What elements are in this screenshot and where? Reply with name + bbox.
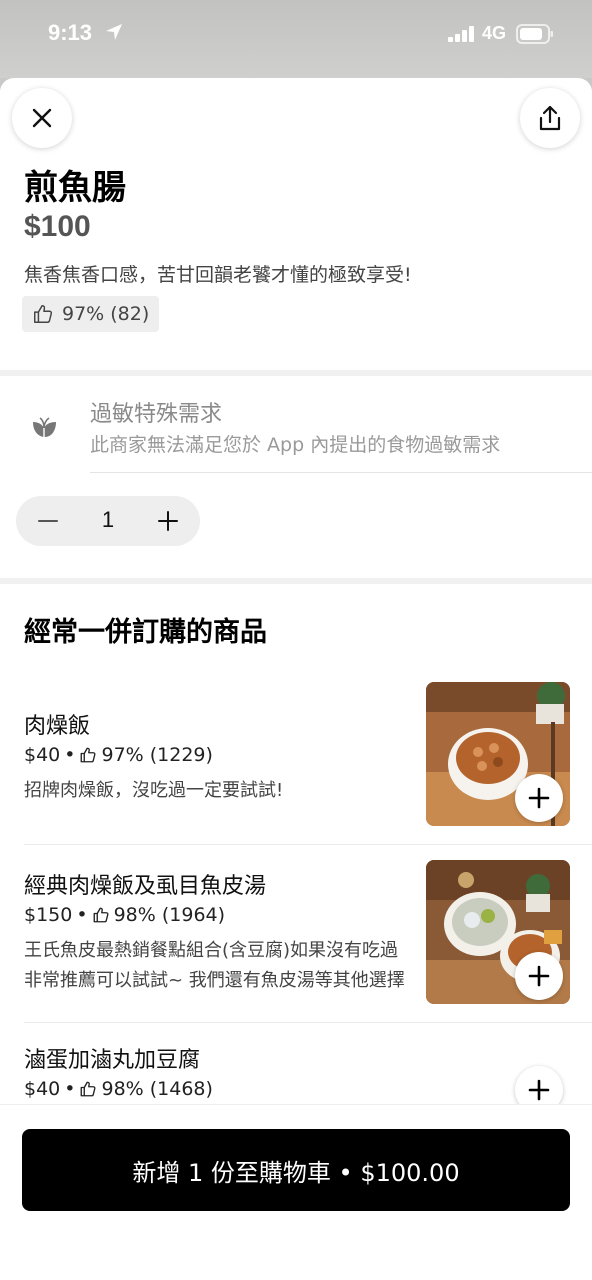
separator-dot: • bbox=[76, 904, 88, 926]
add-button[interactable] bbox=[515, 952, 563, 1000]
product-name: 經典肉燥飯及虱目魚皮湯 bbox=[24, 874, 267, 899]
status-bar: 9:13 4G bbox=[0, 0, 592, 78]
divider bbox=[24, 1022, 592, 1023]
product-rating: 98% (1468) bbox=[101, 1078, 213, 1100]
divider bbox=[90, 472, 592, 473]
item-title: 煎魚腸 bbox=[24, 168, 126, 208]
thumbs-up-icon bbox=[93, 907, 109, 923]
product-rating: 97% (1229) bbox=[101, 744, 213, 766]
bottom-bar: 新增 1 份至購物車 • $100.00 bbox=[0, 1104, 592, 1280]
product-name: 肉燥飯 bbox=[24, 714, 91, 739]
item-price: $100 bbox=[24, 210, 91, 243]
share-icon bbox=[539, 105, 561, 131]
close-button[interactable] bbox=[12, 88, 72, 148]
divider bbox=[24, 844, 592, 845]
product-meta: $40 • 97% (1229) bbox=[24, 744, 213, 766]
plus-icon bbox=[528, 1079, 550, 1101]
thumbs-up-icon bbox=[81, 1081, 96, 1097]
product-description: 招牌肉燥飯，沒吃過一定要試試! bbox=[24, 780, 284, 801]
product-meta: $150 • 98% (1964) bbox=[24, 904, 225, 926]
plus-icon[interactable] bbox=[156, 509, 180, 533]
list-item[interactable]: 肉燥飯 $40 • 97% (1229) 招牌肉燥飯，沒吃過一定要試試! bbox=[0, 682, 592, 844]
plus-icon bbox=[528, 965, 550, 987]
quantity-stepper: 1 bbox=[16, 496, 200, 546]
thumbs-up-icon bbox=[34, 305, 53, 323]
status-time: 9:13 bbox=[48, 20, 93, 45]
network-label: 4G bbox=[482, 23, 507, 43]
section-divider bbox=[0, 370, 592, 376]
item-description: 焦香焦香口感，苦甘回韻老饕才懂的極致享受! bbox=[24, 264, 412, 286]
separator-dot: • bbox=[64, 744, 76, 766]
signal-icon bbox=[448, 26, 474, 42]
location-arrow-icon bbox=[106, 24, 122, 40]
product-description: 王氏魚皮最熱銷餐點組合(含豆腐)如果沒有吃過非常推薦可以試試~ 我們還有魚皮湯等… bbox=[24, 940, 405, 991]
product-price: $40 bbox=[24, 744, 61, 766]
separator-dot: • bbox=[64, 1078, 76, 1100]
allergy-subtitle: 此商家無法滿足您於 App 內提出的食物過敏需求 bbox=[90, 434, 501, 456]
battery-icon bbox=[516, 24, 553, 44]
section-divider bbox=[0, 578, 592, 584]
product-price: $150 bbox=[24, 904, 73, 926]
frequently-ordered-title: 經常一併訂購的商品 bbox=[24, 617, 267, 648]
thumbs-up-icon bbox=[81, 747, 96, 763]
product-meta: $40 • 98% (1468) bbox=[24, 1078, 213, 1100]
item-detail-sheet: 煎魚腸 $100 焦香焦香口感，苦甘回韻老饕才懂的極致享受! 97% (82) … bbox=[0, 78, 592, 1280]
product-rating: 98% (1964) bbox=[113, 904, 226, 926]
add-to-cart-button[interactable]: 新增 1 份至購物車 • $100.00 bbox=[22, 1129, 570, 1211]
allergy-title: 過敏特殊需求 bbox=[90, 402, 223, 427]
minus-icon[interactable] bbox=[36, 509, 60, 533]
rating-badge: 97% (82) bbox=[22, 296, 160, 332]
product-price: $40 bbox=[24, 1078, 61, 1100]
quantity-value: 1 bbox=[101, 507, 115, 532]
add-button[interactable] bbox=[515, 774, 563, 822]
leaf-icon bbox=[33, 417, 56, 437]
plus-icon bbox=[528, 787, 550, 809]
list-item[interactable]: 經典肉燥飯及虱目魚皮湯 $150 • 98% (1964) 王氏魚皮最熱銷餐點組… bbox=[0, 860, 592, 1022]
product-name: 滷蛋加滷丸加豆腐 bbox=[24, 1048, 201, 1073]
share-button[interactable] bbox=[520, 88, 580, 148]
close-icon bbox=[32, 108, 52, 128]
rating-text: 97% (82) bbox=[62, 303, 150, 325]
